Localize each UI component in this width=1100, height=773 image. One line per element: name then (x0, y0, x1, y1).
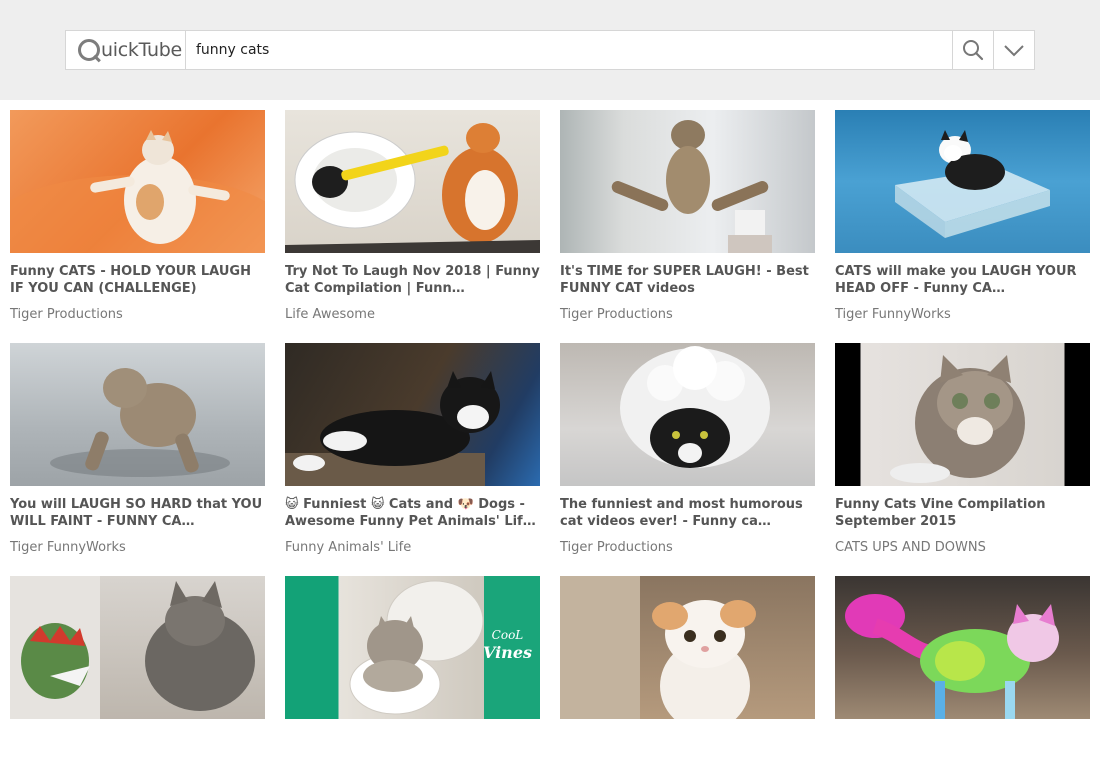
video-channel[interactable]: Tiger Productions (560, 307, 815, 323)
video-thumbnail[interactable] (285, 343, 540, 486)
video-card[interactable] (10, 576, 265, 773)
header-bar: uickTube (0, 0, 1100, 100)
video-card[interactable]: CATS will make you LAUGH YOUR HEAD OFF -… (835, 110, 1090, 323)
video-channel[interactable]: Life Awesome (285, 307, 540, 323)
video-card[interactable]: Try Not To Laugh Nov 2018 | Funny Cat Co… (285, 110, 540, 323)
dropdown-menu-button[interactable] (993, 31, 1034, 69)
search-button[interactable] (952, 31, 993, 69)
video-thumbnail[interactable] (835, 110, 1090, 253)
video-card[interactable]: 😺 Funniest 😺 Cats and 🐶 Dogs - Awesome F… (285, 343, 540, 556)
video-title[interactable] (835, 729, 1090, 763)
video-thumbnail[interactable] (560, 576, 815, 719)
video-thumbnail[interactable] (10, 110, 265, 253)
video-channel[interactable]: Tiger FunnyWorks (10, 540, 265, 556)
video-title[interactable] (10, 729, 265, 763)
video-title[interactable]: Funny Cats Vine Compilation September 20… (835, 496, 1090, 530)
search-bar: uickTube (65, 30, 1035, 70)
app-logo[interactable]: uickTube (66, 31, 186, 69)
video-card[interactable]: Funny CATS - HOLD YOUR LAUGH IF YOU CAN … (10, 110, 265, 323)
video-thumbnail[interactable] (835, 343, 1090, 486)
video-channel[interactable]: Tiger Productions (560, 540, 815, 556)
video-title[interactable] (560, 729, 815, 763)
video-thumbnail[interactable] (10, 576, 265, 719)
video-thumbnail[interactable] (560, 343, 815, 486)
video-title[interactable]: You will LAUGH SO HARD that YOU WILL FAI… (10, 496, 265, 530)
logo-text: uickTube (101, 39, 182, 61)
video-channel[interactable]: Funny Animals' Life (285, 540, 540, 556)
video-title[interactable]: It's TIME for SUPER LAUGH! - Best FUNNY … (560, 263, 815, 297)
chevron-down-icon (1004, 45, 1024, 57)
video-thumbnail[interactable] (560, 110, 815, 253)
video-title[interactable]: 😺 Funniest 😺 Cats and 🐶 Dogs - Awesome F… (285, 496, 540, 530)
video-title[interactable]: Funny CATS - HOLD YOUR LAUGH IF YOU CAN … (10, 263, 265, 297)
video-channel[interactable]: Tiger Productions (10, 307, 265, 323)
video-card[interactable]: The funniest and most humorous cat video… (560, 343, 815, 556)
video-thumbnail[interactable] (285, 110, 540, 253)
video-card[interactable]: CooL Vines (285, 576, 540, 773)
overlay-text: Vines (482, 643, 532, 662)
video-card[interactable]: It's TIME for SUPER LAUGH! - Best FUNNY … (560, 110, 815, 323)
video-channel[interactable]: CATS UPS AND DOWNS (835, 540, 1090, 556)
video-card[interactable] (835, 576, 1090, 773)
video-title[interactable]: Try Not To Laugh Nov 2018 | Funny Cat Co… (285, 263, 540, 297)
video-thumbnail[interactable] (835, 576, 1090, 719)
video-thumbnail[interactable]: CooL Vines (285, 576, 540, 719)
video-title[interactable]: The funniest and most humorous cat video… (560, 496, 815, 530)
video-title[interactable]: CATS will make you LAUGH YOUR HEAD OFF -… (835, 263, 1090, 297)
video-card[interactable]: Funny Cats Vine Compilation September 20… (835, 343, 1090, 556)
video-thumbnail[interactable] (10, 343, 265, 486)
video-channel[interactable]: Tiger FunnyWorks (835, 307, 1090, 323)
video-grid: Funny CATS - HOLD YOUR LAUGH IF YOU CAN … (10, 110, 1090, 773)
search-icon (963, 40, 984, 61)
search-input[interactable] (186, 31, 952, 69)
overlay-text: CooL (491, 628, 524, 642)
quicktube-logo-icon (78, 39, 100, 61)
video-title[interactable] (285, 729, 540, 763)
video-card[interactable] (560, 576, 815, 773)
video-card[interactable]: You will LAUGH SO HARD that YOU WILL FAI… (10, 343, 265, 556)
